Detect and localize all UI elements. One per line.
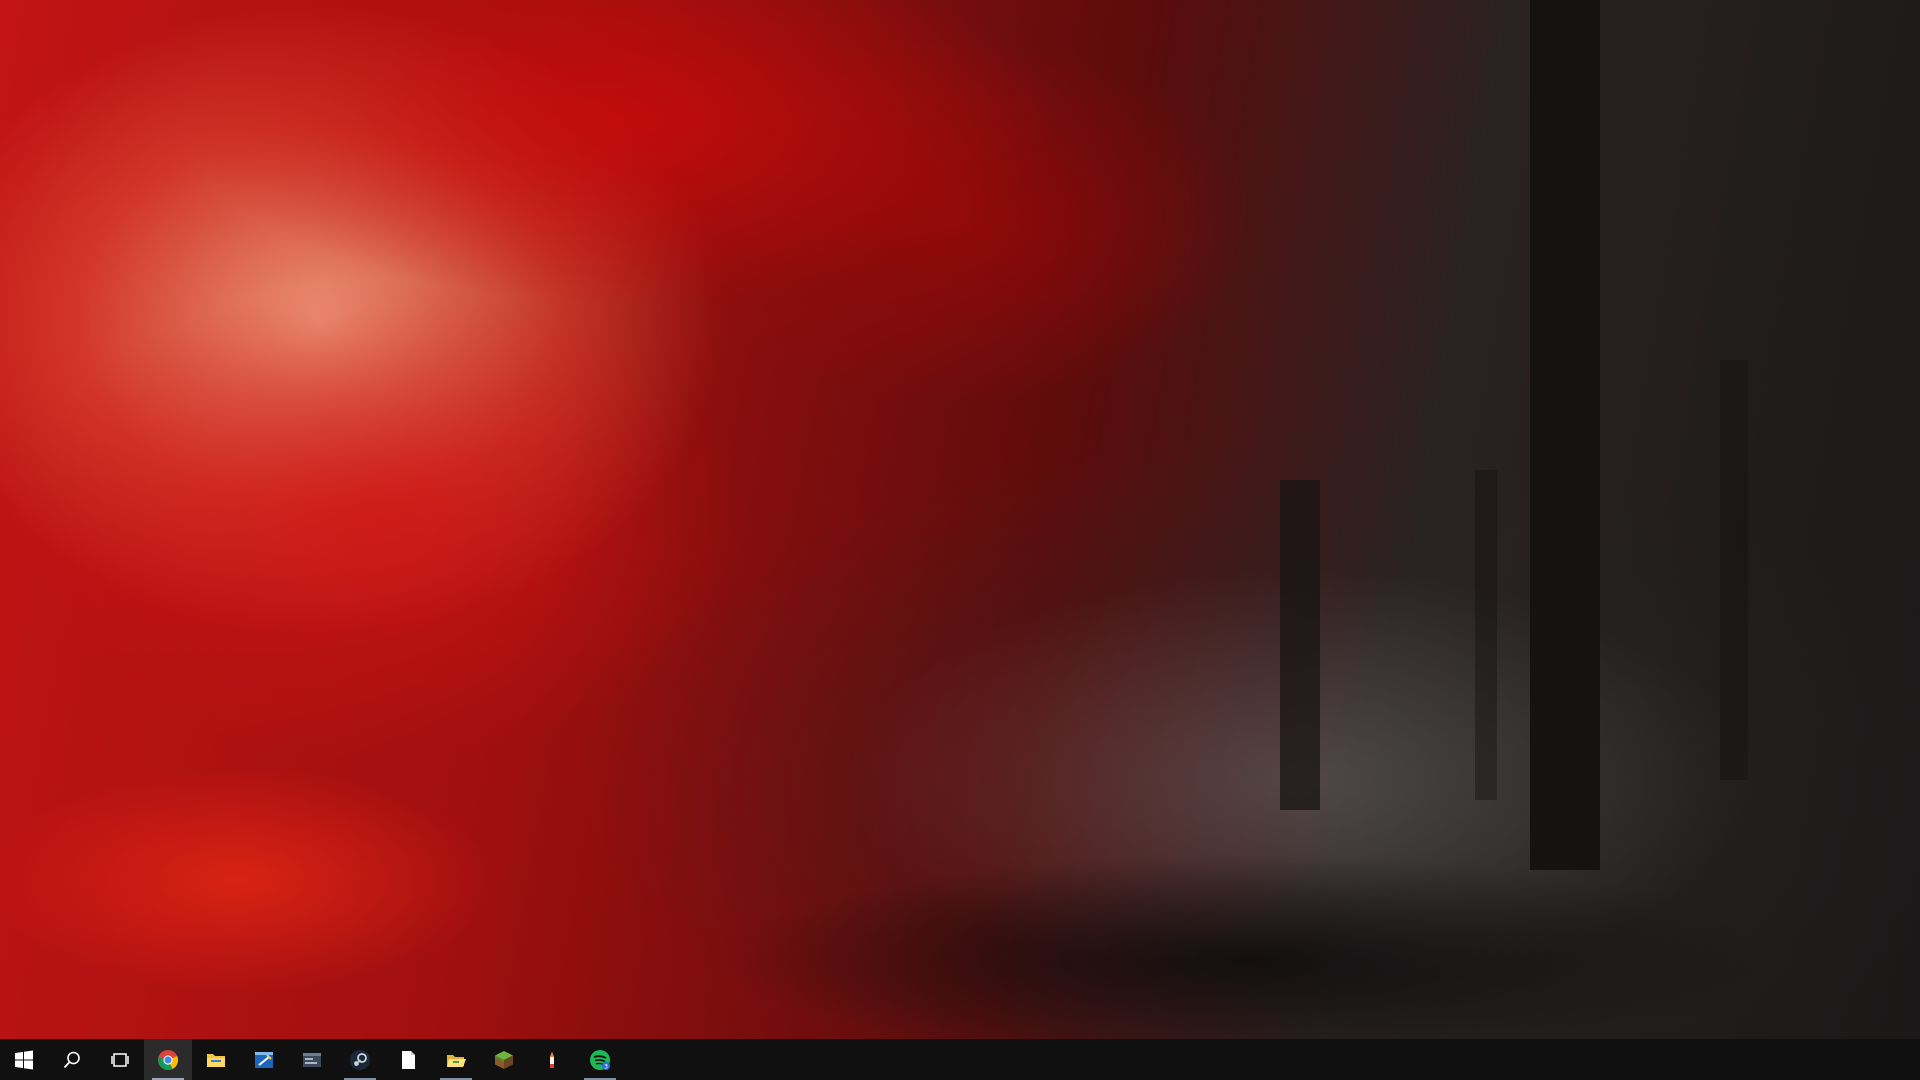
steam-taskbar-button[interactable] (336, 1039, 384, 1080)
task-view-icon (111, 1052, 129, 1067)
tree-trunk (1720, 360, 1748, 780)
app-window-icon (303, 1052, 321, 1067)
app-window-taskbar-button[interactable] (288, 1039, 336, 1080)
tree-trunk (1530, 0, 1600, 870)
spotify-badge-count: 3 (604, 1063, 608, 1070)
pencil-icon (550, 1051, 554, 1068)
chrome-icon (158, 1049, 179, 1070)
minecraft-taskbar-button[interactable] (480, 1039, 528, 1080)
search-button[interactable] (48, 1039, 96, 1080)
open-folder-icon (447, 1054, 466, 1067)
pencil-app-taskbar-button[interactable] (528, 1039, 576, 1080)
notepad-taskbar-button[interactable] (384, 1039, 432, 1080)
folder-icon (207, 1053, 225, 1067)
tree-trunk (1280, 480, 1320, 810)
tree-trunk (1475, 470, 1497, 800)
start-button[interactable] (0, 1039, 48, 1080)
windows-logo-icon (15, 1050, 33, 1069)
steam-icon (350, 1049, 370, 1070)
task-view-button[interactable] (96, 1039, 144, 1080)
spotify-icon: 3 (590, 1049, 610, 1070)
taskbar: 3 (0, 1039, 1920, 1080)
visual-studio-code-taskbar-button[interactable] (240, 1039, 288, 1080)
file-explorer-taskbar-button[interactable] (192, 1039, 240, 1080)
code-editor-icon (255, 1051, 273, 1068)
desktop-wallpaper (0, 0, 1920, 1039)
document-icon (402, 1050, 415, 1069)
chrome-taskbar-button[interactable] (144, 1039, 192, 1080)
search-icon (63, 1051, 80, 1068)
spotify-taskbar-button[interactable]: 3 (576, 1039, 624, 1080)
folder-taskbar-button[interactable] (432, 1039, 480, 1080)
grass-block-icon (495, 1050, 513, 1069)
red-tree-canopy (0, 0, 1920, 1039)
